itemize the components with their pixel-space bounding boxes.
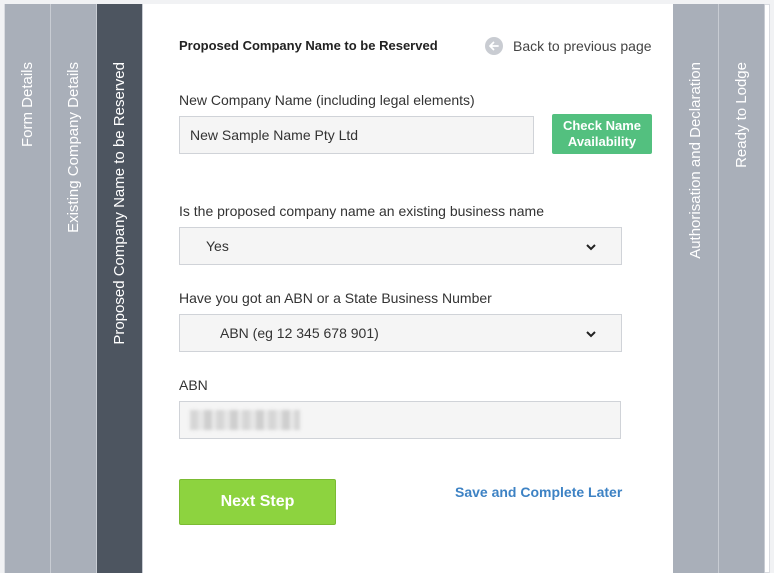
page-title: Proposed Company Name to be Reserved xyxy=(179,38,438,53)
chevron-down-icon xyxy=(585,325,597,341)
abn-input[interactable] xyxy=(179,401,621,439)
step-tab-proposed-company-name: Proposed Company Name to be Reserved xyxy=(97,4,143,573)
existing-business-select[interactable]: Yes xyxy=(179,227,622,265)
chevron-down-icon xyxy=(585,238,597,254)
step-label: Authorisation and Declaration xyxy=(687,62,704,259)
step-tab-authorisation-declaration[interactable]: Authorisation and Declaration xyxy=(673,4,719,573)
form-content: Proposed Company Name to be Reserved Bac… xyxy=(143,4,673,573)
abn-type-value: ABN (eg 12 345 678 901) xyxy=(220,325,379,341)
next-step-button[interactable]: Next Step xyxy=(179,479,336,525)
back-link[interactable]: Back to previous page xyxy=(485,37,652,55)
step-label: Proposed Company Name to be Reserved xyxy=(111,62,128,345)
check-name-availability-button[interactable]: Check Name Availability xyxy=(552,114,652,154)
step-label: Ready to Lodge xyxy=(733,62,750,168)
step-tab-existing-company-details[interactable]: Existing Company Details xyxy=(51,4,97,573)
abn-label: ABN xyxy=(179,377,208,393)
company-name-input[interactable]: New Sample Name Pty Ltd xyxy=(179,116,534,154)
step-label: Form Details xyxy=(19,62,36,148)
arrow-left-icon xyxy=(485,37,503,55)
company-name-value: New Sample Name Pty Ltd xyxy=(190,127,359,143)
step-tab-form-details[interactable]: Form Details xyxy=(5,4,51,573)
abn-type-select[interactable]: ABN (eg 12 345 678 901) xyxy=(179,314,622,352)
step-label: Existing Company Details xyxy=(65,62,82,233)
redacted-abn-value xyxy=(190,410,300,430)
save-and-complete-later-link[interactable]: Save and Complete Later xyxy=(455,484,622,500)
company-name-label: New Company Name (including legal elemen… xyxy=(179,92,475,108)
abn-type-label: Have you got an ABN or a State Business … xyxy=(179,290,492,306)
step-tab-ready-to-lodge[interactable]: Ready to Lodge xyxy=(719,4,765,573)
existing-business-value: Yes xyxy=(206,238,229,254)
back-link-label: Back to previous page xyxy=(513,38,652,54)
existing-business-label: Is the proposed company name an existing… xyxy=(179,203,544,219)
